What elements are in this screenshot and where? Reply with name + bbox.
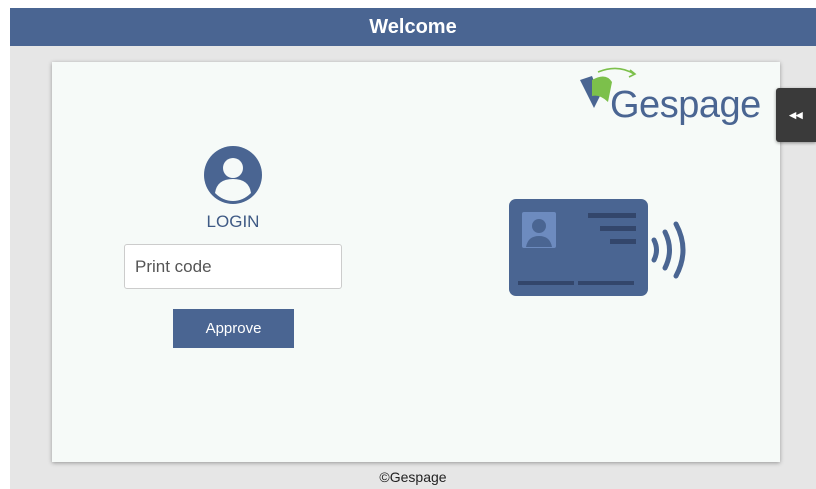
page-title: Welcome [369,15,457,38]
approve-button[interactable]: Approve [173,309,294,348]
footer-copyright: ©Gespage [10,466,816,489]
id-card-contactless-icon [509,199,686,296]
logo-text: Gespage [610,84,761,126]
print-code-input[interactable] [124,244,342,289]
double-chevron-left-icon: ◂◂ [789,107,803,122]
user-avatar-icon [204,146,262,204]
collapse-panel-button[interactable]: ◂◂ [776,88,816,142]
login-heading: LOGIN [206,212,260,231]
copyright-text: ©Gespage [379,469,447,485]
page-header: Welcome [10,8,816,46]
